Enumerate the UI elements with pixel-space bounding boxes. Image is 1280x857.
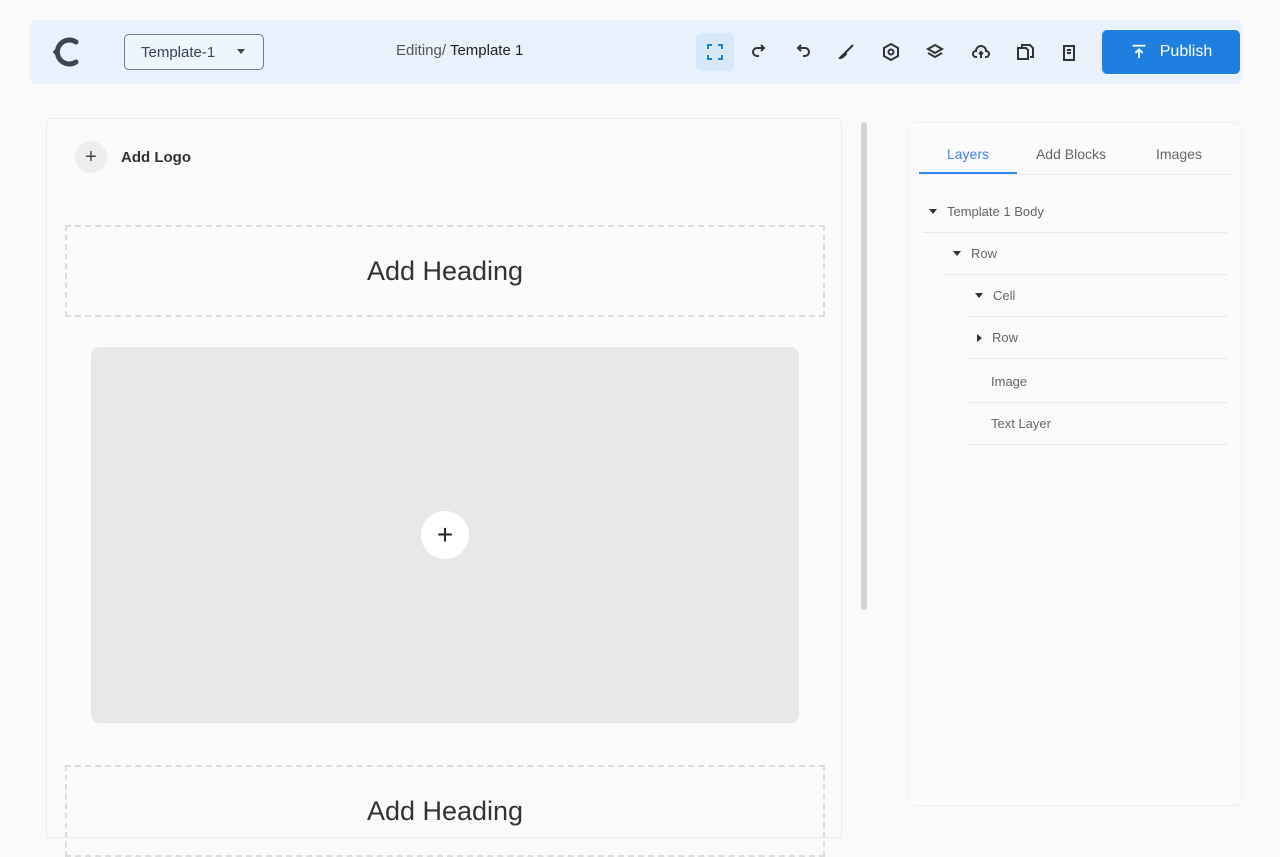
plus-icon: +: [75, 141, 107, 173]
layer-item[interactable]: Row: [945, 233, 1227, 275]
tab-add-blocks[interactable]: Add Blocks: [1017, 137, 1125, 174]
panel-resize-handle[interactable]: [861, 122, 867, 610]
brush-button[interactable]: [828, 33, 866, 71]
editing-template-name: Template 1: [449, 42, 524, 59]
redo-icon: [752, 44, 766, 57]
settings-button[interactable]: [872, 33, 910, 71]
tab-images[interactable]: Images: [1125, 137, 1233, 174]
layers-icon: [925, 43, 945, 59]
layer-label: Text Layer: [991, 416, 1051, 431]
upload-icon: [1132, 44, 1146, 59]
heading-block[interactable]: Add Heading: [65, 765, 825, 857]
layer-item[interactable]: Image: [967, 361, 1227, 403]
copy-icon: [1017, 44, 1034, 60]
layer-label: Image: [991, 374, 1028, 389]
fullscreen-button[interactable]: [696, 33, 734, 71]
logo-icon: [52, 37, 79, 67]
caret-down-icon: [929, 209, 937, 214]
tab-layers[interactable]: Layers: [919, 137, 1017, 174]
add-logo-button[interactable]: + Add Logo: [75, 141, 191, 173]
layer-label: Cell: [993, 288, 1016, 303]
delete-button[interactable]: [1050, 33, 1088, 71]
layer-item[interactable]: Row: [967, 317, 1227, 359]
redo-button[interactable]: [740, 33, 778, 71]
layer-item[interactable]: Cell: [967, 275, 1227, 317]
heading-block[interactable]: Add Heading: [65, 225, 825, 317]
editor-canvas: + Add Logo Add Heading + Add Heading: [46, 118, 842, 857]
side-panel: Layers Add Blocks Images Template 1 Body…: [908, 122, 1242, 806]
panel-tabs: Layers Add Blocks Images: [919, 137, 1233, 175]
layer-item[interactable]: Text Layer: [967, 403, 1227, 445]
publish-button[interactable]: Publish: [1102, 30, 1240, 74]
brush-icon: [838, 44, 854, 60]
layer-label: Row: [971, 246, 998, 261]
duplicate-button[interactable]: [1006, 33, 1044, 71]
template-dropdown[interactable]: Template-1: [124, 34, 264, 70]
publish-label: Publish: [1159, 43, 1213, 60]
layer-item[interactable]: Template 1 Body: [923, 191, 1227, 233]
caret-right-icon: [977, 333, 982, 342]
chevron-down-icon: [237, 49, 245, 54]
cloud-upload-icon: [972, 45, 990, 58]
settings-icon: [883, 42, 899, 62]
add-image-button[interactable]: +: [421, 511, 469, 559]
template-dropdown-value: Template-1: [141, 43, 216, 61]
undo-button[interactable]: [784, 33, 822, 71]
editing-prefix: Editing/: [396, 42, 450, 59]
delete-icon: [1063, 45, 1075, 61]
editing-breadcrumb: Editing/ Template 1: [396, 42, 523, 59]
fullscreen-icon: [707, 44, 723, 60]
add-logo-label: Add Logo: [121, 148, 191, 166]
plus-icon: +: [436, 519, 454, 550]
save-cloud-button[interactable]: [962, 33, 1000, 71]
layers-button[interactable]: [916, 33, 954, 71]
layer-label: Template 1 Body: [947, 204, 1044, 219]
caret-down-icon: [975, 293, 983, 298]
top-toolbar: Template-1 Editing/ Template 1 Publish: [30, 20, 1242, 84]
app-logo[interactable]: [50, 34, 86, 70]
caret-down-icon: [953, 251, 961, 256]
layer-label: Row: [992, 330, 1019, 345]
image-placeholder[interactable]: +: [91, 347, 799, 723]
undo-icon: [796, 44, 810, 57]
